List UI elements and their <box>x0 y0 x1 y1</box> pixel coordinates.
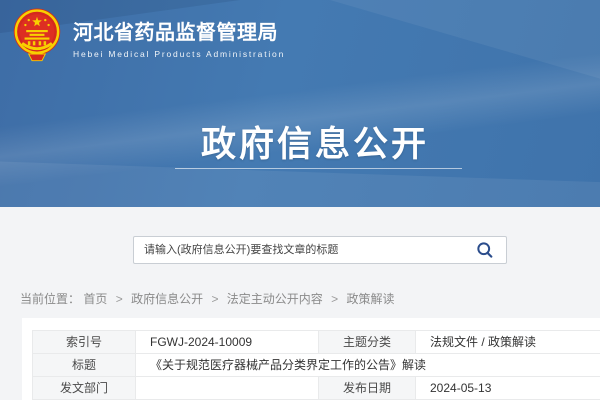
page-title: 政府信息公开 <box>201 116 429 167</box>
search-input[interactable] <box>134 237 464 263</box>
magnifier-icon <box>476 241 494 259</box>
breadcrumb-link-home[interactable]: 首页 <box>83 292 107 306</box>
main-section: 当前位置： 首页 > 政府信息公开 > 法定主动公开内容 > 政策解读 索引号 … <box>0 207 600 400</box>
issuing-dept-value <box>136 377 319 400</box>
index-number-label: 索引号 <box>33 331 136 354</box>
breadcrumb: 当前位置： 首页 > 政府信息公开 > 法定主动公开内容 > 政策解读 <box>20 290 395 307</box>
breadcrumb-separator: > <box>331 292 338 306</box>
org-names: 河北省药品监督管理局 Hebei Medical Products Admini… <box>73 12 285 59</box>
breadcrumb-link-info-disclosure[interactable]: 政府信息公开 <box>131 292 203 306</box>
title-underline <box>175 168 462 169</box>
doc-title-value: 《关于规范医疗器械产品分类界定工作的公告》解读 <box>136 354 600 377</box>
site-logo[interactable]: 河北省药品监督管理局 Hebei Medical Products Admini… <box>12 6 285 64</box>
table-row: 索引号 FGWJ-2024-10009 主题分类 法规文件 / 政策解读 <box>33 331 600 354</box>
doc-title-label: 标题 <box>33 354 136 377</box>
issuing-dept-label: 发文部门 <box>33 377 136 400</box>
topic-category-value: 法规文件 / 政策解读 <box>416 331 600 354</box>
org-name-zh: 河北省药品监督管理局 <box>73 16 285 45</box>
org-name-en: Hebei Medical Products Administration <box>73 49 285 59</box>
document-card: 索引号 FGWJ-2024-10009 主题分类 法规文件 / 政策解读 标题 … <box>22 318 600 400</box>
breadcrumb-separator: > <box>211 292 218 306</box>
national-emblem-icon <box>12 6 62 64</box>
publish-date-value: 2024-05-13 <box>416 377 600 400</box>
breadcrumb-link-statutory-content[interactable]: 法定主动公开内容 <box>227 292 323 306</box>
top-banner: 河北省药品监督管理局 Hebei Medical Products Admini… <box>0 0 600 207</box>
breadcrumb-separator: > <box>116 292 123 306</box>
publish-date-label: 发布日期 <box>319 377 416 400</box>
breadcrumb-prefix: 当前位置： <box>20 292 80 306</box>
breadcrumb-link-policy-interpretation[interactable]: 政策解读 <box>347 292 395 306</box>
topic-category-label: 主题分类 <box>319 331 416 354</box>
table-row: 发文部门 发布日期 2024-05-13 <box>33 377 600 400</box>
search-button[interactable] <box>464 237 506 263</box>
document-meta-table: 索引号 FGWJ-2024-10009 主题分类 法规文件 / 政策解读 标题 … <box>32 330 600 400</box>
search-box <box>133 236 507 264</box>
index-number-value: FGWJ-2024-10009 <box>136 331 319 354</box>
table-row: 标题 《关于规范医疗器械产品分类界定工作的公告》解读 <box>33 354 600 377</box>
